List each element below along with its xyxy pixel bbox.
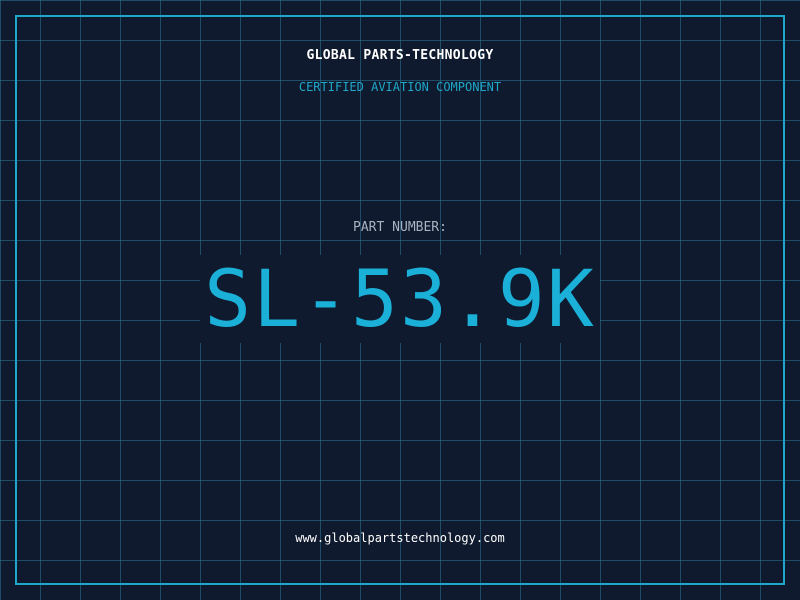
- certification-subtitle: CERTIFIED AVIATION COMPONENT: [298, 80, 502, 94]
- part-number-container: SL-53.9K: [0, 255, 800, 343]
- label-card: GLOBAL PARTS-TECHNOLOGY CERTIFIED AVIATI…: [0, 0, 800, 600]
- website-url: www.globalpartstechnology.com: [295, 531, 505, 545]
- part-number-value: SL-53.9K: [200, 255, 600, 343]
- company-name: GLOBAL PARTS-TECHNOLOGY: [306, 48, 494, 63]
- part-number-label: PART NUMBER:: [353, 220, 447, 235]
